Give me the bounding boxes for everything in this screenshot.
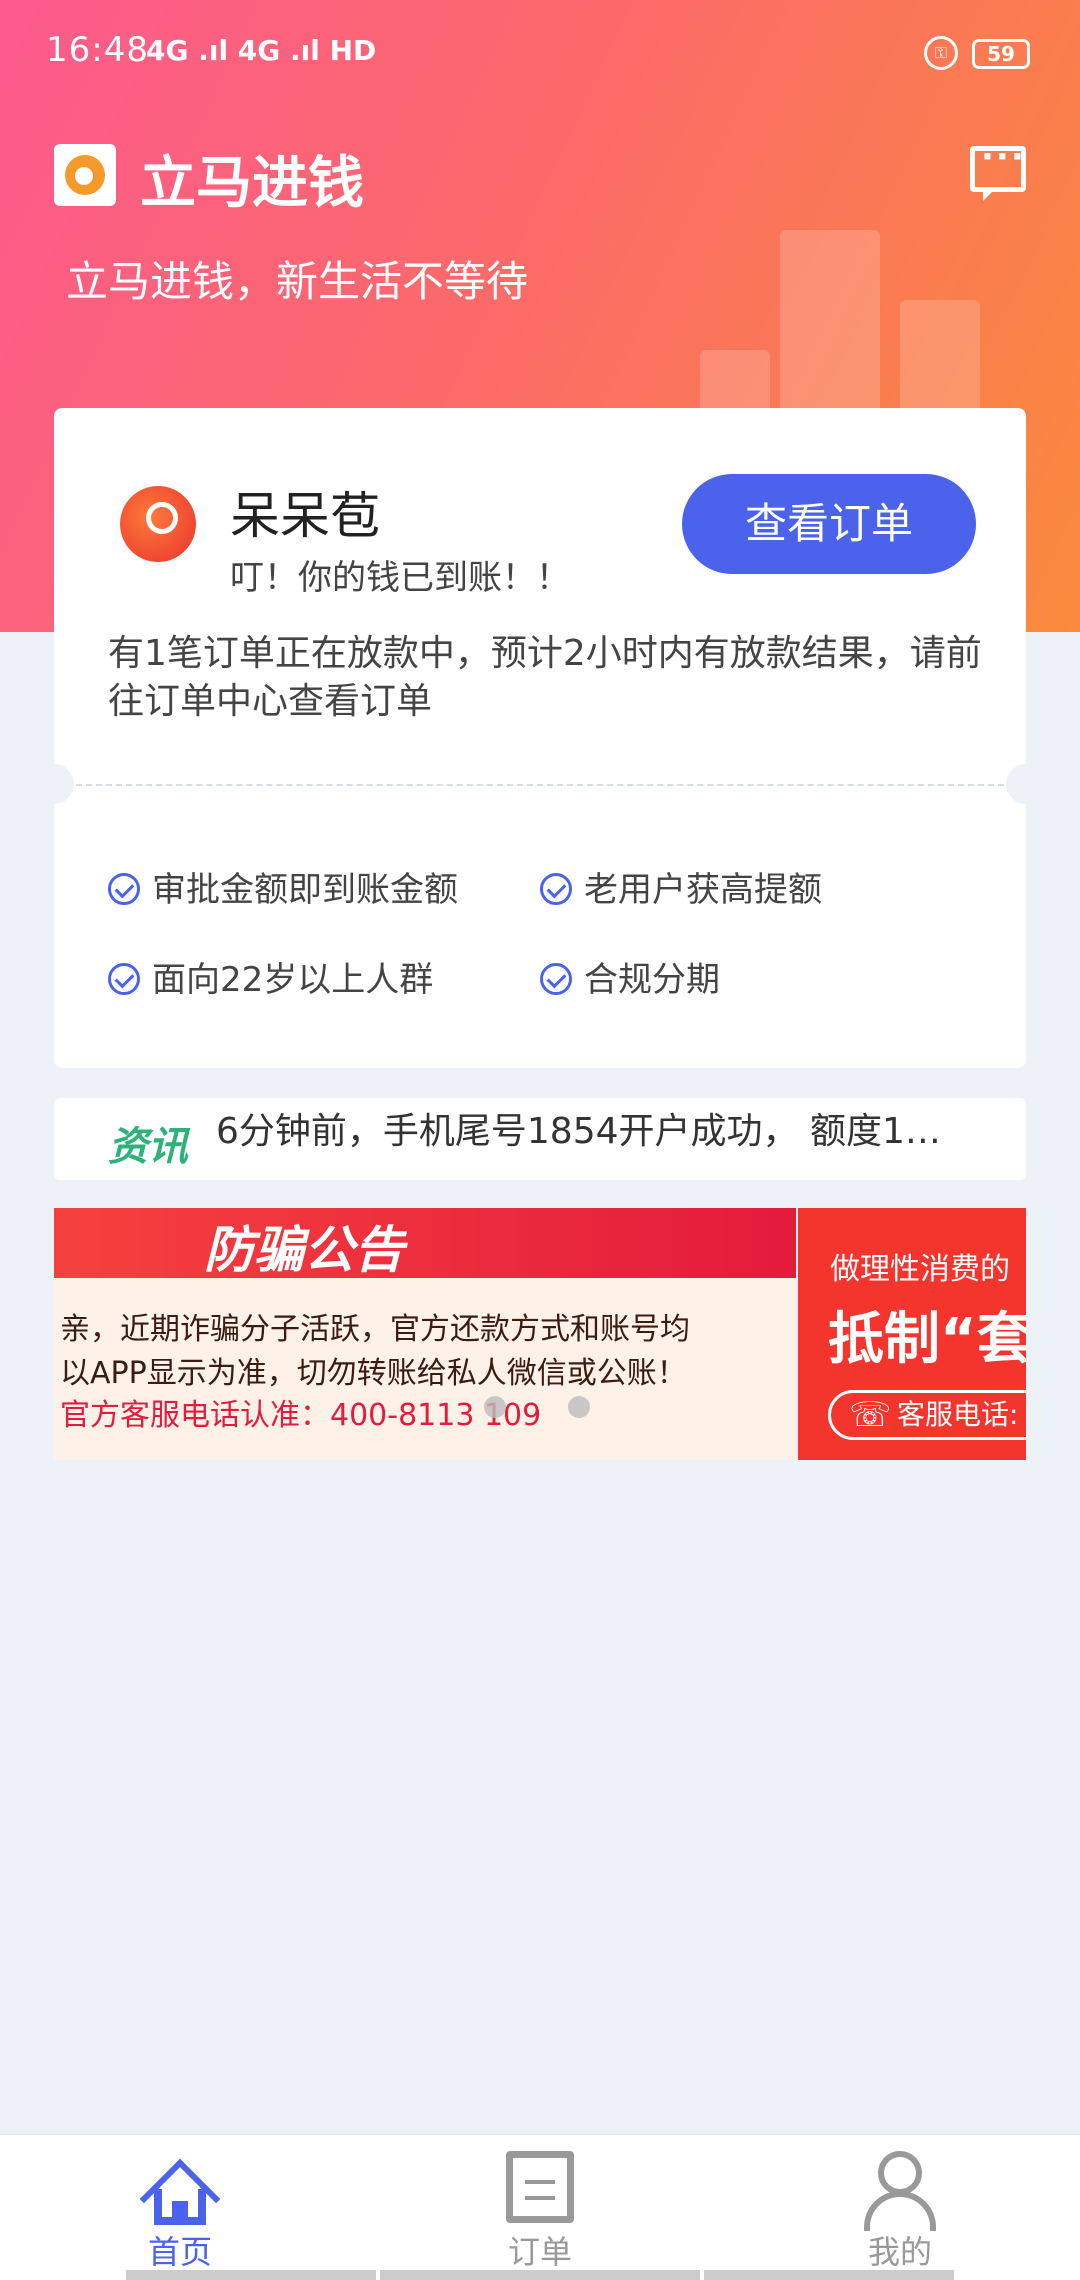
user-icon (864, 2151, 936, 2231)
bottom-tab-bar: 首页 订单 我的 (0, 2134, 1080, 2280)
message-icon[interactable] (970, 137, 1026, 201)
view-order-button[interactable]: 查看订单 (682, 474, 976, 574)
banner-title: 防骗公告 (204, 1221, 404, 1279)
banner-line: 以APP显示为准，切勿转账给私人微信或公账！ (60, 1356, 687, 1391)
nav-indicator (126, 2270, 376, 2280)
check-circle-icon (540, 962, 572, 995)
product-name: 呆呆苞 (230, 487, 380, 545)
carousel-dot (484, 1396, 506, 1418)
tab-orders[interactable]: 订单 (360, 2135, 720, 2280)
carousel-dots (484, 1396, 652, 1422)
anti-fraud-slide: 防骗公告 亲，近期诈骗分子活跃，官方还款方式和账号均 以APP显示为准，切勿转账… (54, 1208, 796, 1460)
check-circle-icon (540, 872, 572, 905)
order-status-card: 呆呆苞 叮！你的钱已到账！！ 查看订单 有1笔订单正在放款中，预计2小时内有放款… (34, 408, 1046, 1068)
news-text: 6分钟前，手机尾号1854开户成功， 额度1… (216, 1111, 941, 1152)
next-slide-preview: 做理性消费的 抵制“套 客服电话: (798, 1208, 1026, 1460)
home-icon (139, 2153, 221, 2240)
announcement-banner[interactable]: 防骗公告 亲，近期诈骗分子活跃，官方还款方式和账号均 以APP显示为准，切勿转账… (54, 1208, 1026, 1460)
dashed-divider (76, 784, 1004, 786)
tab-label: 我的 (867, 2233, 932, 2271)
feature-item: 面向22岁以上人群 (108, 952, 433, 1001)
lock-icon: ⚿ (924, 36, 958, 70)
product-logo (120, 486, 196, 562)
loan-notice: 有1笔订单正在放款中，预计2小时内有放款结果，请前往订单中心查看订单 (108, 633, 982, 722)
tab-mine[interactable]: 我的 (720, 2135, 1080, 2280)
tab-label: 首页 (147, 2233, 212, 2271)
check-circle-icon (108, 962, 140, 995)
tab-label: 订单 (507, 2233, 572, 2271)
feature-item: 合规分期 (540, 952, 720, 1001)
ticket-notch-left (34, 764, 74, 804)
carousel-dot (568, 1396, 590, 1418)
tab-home[interactable]: 首页 (0, 2135, 360, 2280)
signal-icon: 4G .ıl 4G .ıl HD (146, 34, 377, 67)
product-message: 叮！你的钱已到账！！ (230, 558, 570, 598)
status-bar: 16:48 4G .ıl 4G .ıl HD ⚿ 59 (0, 0, 1080, 80)
status-time: 16:48 (46, 30, 149, 70)
phone-icon: 客服电话: (828, 1390, 1026, 1440)
news-tag: 资讯 (108, 1124, 188, 1170)
banner-line: 亲，近期诈骗分子活跃，官方还款方式和账号均 (60, 1312, 690, 1347)
nav-indicator (704, 2270, 954, 2280)
banner-phone: 官方客服电话认准：400-8113 109 (60, 1398, 542, 1433)
feature-item: 老用户获高提额 (540, 862, 822, 911)
check-circle-icon (108, 872, 140, 905)
nav-indicator (380, 2270, 700, 2280)
app-logo (54, 144, 116, 206)
order-icon (506, 2151, 574, 2223)
feature-item: 审批金额即到账金额 (108, 862, 458, 911)
app-slogan: 立马进钱，新生活不等待 (66, 257, 529, 306)
ticket-notch-right (1006, 764, 1046, 804)
battery-icon: 59 (972, 39, 1030, 69)
app-title: 立马进钱 (140, 151, 364, 216)
news-ticker[interactable]: 资讯 6分钟前，手机尾号1854开户成功， 额度1… (54, 1098, 1026, 1180)
